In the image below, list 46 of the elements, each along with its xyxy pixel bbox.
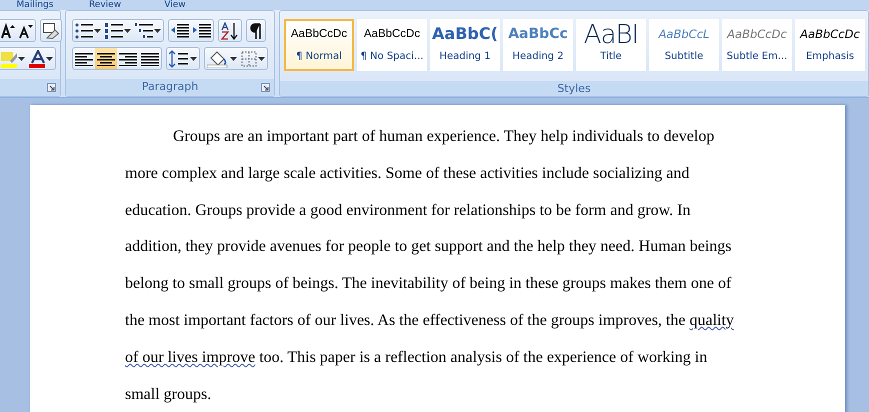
align-center-icon <box>97 52 115 66</box>
font-color-icon <box>29 50 45 68</box>
caret-icon <box>230 56 237 61</box>
style-gallery-item[interactable]: AaBbC( Heading 1 <box>430 19 500 71</box>
caret-icon <box>124 28 131 33</box>
multilevel-list-icon <box>135 22 153 38</box>
numbering-button[interactable] <box>103 20 133 41</box>
caret-icon <box>258 56 265 61</box>
caret-icon <box>18 56 25 61</box>
pilcrow-icon <box>249 22 263 38</box>
caret-icon <box>46 56 53 61</box>
style-gallery-item[interactable]: AaBbCcDc Subtle Em... <box>722 19 792 71</box>
numbering-icon <box>105 22 123 38</box>
caret-icon <box>190 56 197 61</box>
caret-icon <box>94 28 101 33</box>
style-gallery-item[interactable]: AaBbCcDc ¶ No Spaci... <box>357 19 427 71</box>
decrease-indent-icon <box>171 22 189 38</box>
caret-icon <box>154 28 161 33</box>
font-color-button[interactable] <box>27 48 55 69</box>
style-gallery-item[interactable]: AaBbCc Heading 2 <box>503 19 573 71</box>
highlighter-icon <box>1 50 17 68</box>
line-spacing-icon <box>169 50 189 68</box>
align-center-button[interactable] <box>95 48 117 69</box>
ribbon-tab[interactable]: View <box>140 0 210 10</box>
paint-bucket-icon <box>207 50 229 68</box>
bullets-icon <box>75 22 93 38</box>
shrink-font-icon <box>19 22 33 38</box>
ribbon-tab[interactable]: Review <box>70 0 140 10</box>
style-gallery-item[interactable]: AaBI Title <box>576 19 646 71</box>
style-gallery-item[interactable]: AaBbCcL Subtitle <box>649 19 719 71</box>
style-gallery-item[interactable]: AaBbCcDc ¶ Normal <box>284 19 354 71</box>
clear-format-icon <box>43 22 59 38</box>
borders-icon <box>241 50 257 66</box>
body-paragraph: Groups are an important part of human experience. They help individuals to develop more complex and large scale activities. Some of these activities include socializing and education. Groups provide a good environment for relationships to be form and grow. In addition, they provide avenues for people to get support and the help they need. Human beings belong to small groups of beings. The inevitability of being in these groups makes them one of the most important factors of our lives. As the effectiveness of the groups improves, the quality of our lives improve too. This paper is a reflection analysis of the experience of working in small groups. <box>125 127 735 405</box>
dialog-launcher-icon[interactable] <box>47 83 56 92</box>
group-label: Styles <box>557 81 591 96</box>
style-gallery-item[interactable]: AaBbCcDc Emphasis <box>795 19 865 71</box>
align-left-icon <box>75 52 93 66</box>
dialog-launcher-icon[interactable] <box>261 83 270 92</box>
increase-indent-icon <box>193 22 211 38</box>
multilevel-list-button[interactable] <box>133 20 163 41</box>
group-label: Paragraph <box>142 79 198 96</box>
grow-font-icon <box>1 22 15 38</box>
justify-icon <box>141 52 159 66</box>
ribbon-tab[interactable]: Mailings <box>0 0 70 10</box>
align-right-icon <box>119 52 137 66</box>
